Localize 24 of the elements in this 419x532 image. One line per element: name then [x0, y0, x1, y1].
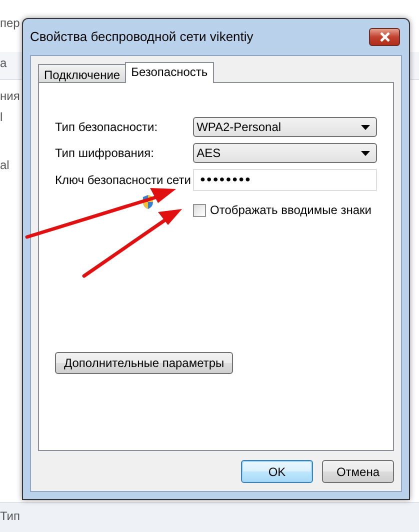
- background-text: ния: [0, 88, 20, 105]
- advanced-settings-button[interactable]: Дополнительные параметры: [55, 352, 234, 374]
- background-text: пер: [0, 15, 20, 32]
- field-label: Тип шифрования:: [55, 145, 155, 162]
- dropdown-arrow-icon: [361, 150, 370, 156]
- background-text: al: [0, 157, 10, 174]
- checkbox[interactable]: [193, 204, 206, 216]
- background-text: l: [0, 109, 3, 126]
- shield-icon: [143, 195, 153, 209]
- field-label: Тип безопасности:: [55, 119, 159, 136]
- dropdown[interactable]: AES: [192, 143, 377, 163]
- close-button[interactable]: [369, 28, 400, 46]
- tab[interactable]: Безопасность: [125, 62, 214, 83]
- close-icon: [378, 32, 390, 42]
- dropdown[interactable]: WPA2-Personal: [192, 117, 377, 137]
- background-text: а: [0, 55, 7, 72]
- window-title: Свойства беспроводной сети vikentiy: [30, 28, 254, 46]
- password-field[interactable]: ●●●●●●●●: [193, 169, 377, 191]
- tab[interactable]: Подключение: [38, 64, 126, 82]
- dialog-button[interactable]: Отмена: [322, 460, 394, 483]
- background-text: Тип: [0, 508, 20, 525]
- dropdown-arrow-icon: [361, 124, 370, 130]
- checkbox-label: Отображать вводимые знаки: [210, 202, 372, 219]
- dialog-button[interactable]: OK: [241, 460, 313, 483]
